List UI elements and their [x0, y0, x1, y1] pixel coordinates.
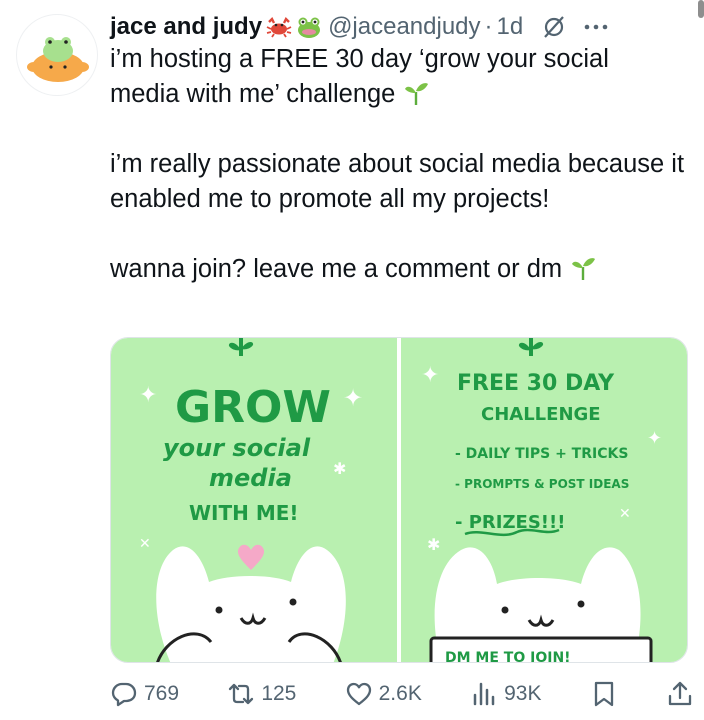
share-button[interactable] — [666, 680, 694, 708]
bookmark-button[interactable] — [590, 680, 618, 708]
user-handle[interactable]: @jaceandjudy — [328, 13, 480, 41]
right-item2: - PROMPTS & POST IDEAS — [455, 477, 629, 491]
left-title: GROW — [175, 382, 331, 433]
post-header: jace and judy @jaceandjudy · 1d — [110, 10, 690, 44]
svg-text:✕: ✕ — [139, 535, 151, 551]
display-name[interactable]: jace and judy — [110, 13, 262, 41]
svg-text:✦: ✦ — [421, 362, 439, 387]
media-image-right[interactable]: ✦ ✦ ✱ ✕ FREE 30 DAY CHALLENGE - DAILY TI… — [401, 338, 687, 662]
avatar[interactable] — [16, 14, 98, 96]
like-icon — [346, 682, 371, 706]
more-icon[interactable] — [581, 14, 611, 40]
bookmark-icon — [594, 681, 613, 707]
reply-button[interactable]: 769 — [110, 680, 179, 708]
svg-text:✦: ✦ — [139, 382, 157, 407]
left-line2: your social — [163, 434, 311, 462]
share-icon — [668, 681, 692, 706]
repost-icon — [229, 683, 254, 705]
like-count: 2.6K — [378, 682, 422, 705]
seedling-emoji-icon — [405, 83, 429, 105]
grok-icon[interactable] — [541, 14, 567, 40]
right-item3: - PRIZES!!! — [455, 512, 565, 533]
seedling-emoji-icon — [572, 258, 596, 280]
svg-text:✦: ✦ — [647, 428, 662, 448]
left-line3: media — [209, 464, 292, 492]
post-text-line2: media with me’ challenge — [110, 77, 690, 112]
right-sign: DM ME TO JOIN! — [445, 650, 571, 662]
svg-text:✱: ✱ — [333, 461, 346, 478]
post-text: i’m hosting a FREE 30 day ‘grow your soc… — [110, 42, 690, 287]
post-text-para2: i’m really passionate about social media… — [110, 150, 685, 213]
right-item1: - DAILY TIPS + TRICKS — [455, 446, 628, 462]
svg-text:✱: ✱ — [427, 537, 440, 554]
media-image-left[interactable]: ✦ ✦ ✱ ✕ GROW your social media WITH ME! — [111, 338, 397, 662]
right-title2: CHALLENGE — [481, 404, 601, 425]
right-title1: FREE 30 DAY — [457, 371, 615, 396]
frog-emoji-icon — [298, 17, 321, 38]
post-text-line1: i’m hosting a FREE 30 day ‘grow your soc… — [110, 45, 609, 73]
reply-icon — [111, 682, 137, 707]
post-actions: 769 125 2.6K 93K — [110, 676, 694, 712]
repost-button[interactable]: 125 — [227, 680, 296, 708]
repost-count: 125 — [261, 682, 297, 705]
left-line4: WITH ME! — [189, 501, 299, 525]
post-media[interactable]: ✦ ✦ ✱ ✕ GROW your social media WITH ME! … — [110, 337, 688, 663]
reply-count: 769 — [144, 682, 180, 705]
post-text-para3: wanna join? leave me a comment or dm — [110, 252, 690, 287]
views-button[interactable]: 93K — [470, 680, 541, 708]
separator-dot: · — [484, 13, 493, 40]
like-button[interactable]: 2.6K — [345, 680, 422, 708]
scrollbar[interactable] — [698, 0, 704, 18]
crab-emoji-icon — [266, 16, 292, 38]
views-count: 93K — [504, 682, 542, 705]
svg-text:✦: ✦ — [343, 385, 363, 412]
svg-text:✕: ✕ — [619, 505, 631, 521]
views-icon — [473, 682, 495, 706]
timestamp[interactable]: 1d — [497, 13, 524, 41]
